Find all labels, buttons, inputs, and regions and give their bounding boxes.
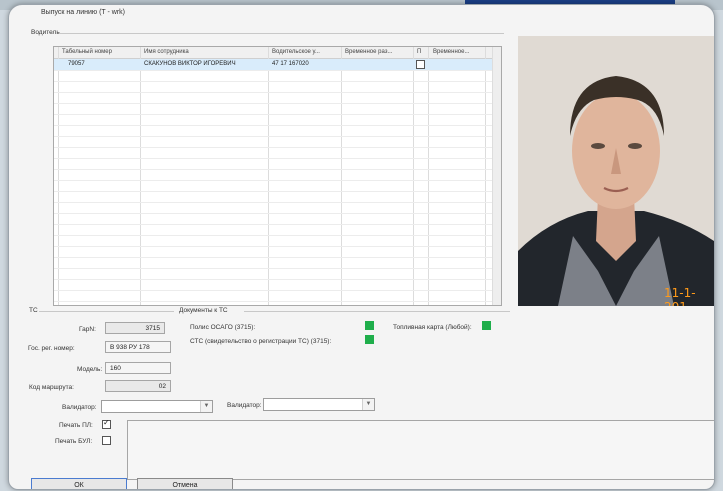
empty-row-line [54,158,501,159]
validator-label-1: Валидатор: [62,404,97,411]
print-pl-label: Печать ПЛ: [59,422,93,429]
fuel-card-status-indicator [482,321,491,330]
empty-row-line [54,92,501,93]
empty-row-line [54,279,501,280]
model-field[interactable]: 160 [105,362,171,374]
osago-label: Полис ОСАГО (3715): [190,324,256,331]
column-header[interactable]: Имя сотрудника [144,49,189,55]
column-header[interactable]: П [417,49,421,55]
validator-select-2[interactable]: ▼ [263,398,375,411]
empty-row-line [54,191,501,192]
validator-label-2: Валидатор: [227,402,262,409]
print-bul-label: Печать БУЛ: [55,438,93,445]
window-title: Выпуск на линию (T - wrk) [41,9,126,16]
column-divider [485,47,486,305]
driver-group-title: Водитель [31,29,60,36]
driver-photo: 11-1-201 [518,36,714,306]
empty-row-line [54,70,501,71]
dialog-window: Выпуск на линию (T - wrk) Водитель Табел… [8,4,715,490]
ts-group-title: ТС [29,307,38,314]
row-checkbox-p[interactable] [416,60,425,69]
column-header[interactable]: Водительское у... [272,49,320,55]
empty-row-line [54,257,501,258]
empty-row-line [54,114,501,115]
empty-row-line [54,246,501,247]
empty-row-line [54,301,501,302]
garage-label: ГарN: [79,326,96,333]
empty-row-line [54,125,501,126]
notes-textarea[interactable] [127,420,714,480]
sts-label: СТС (свидетельство о регистрации ТС) (37… [190,338,332,345]
empty-row-line [54,290,501,291]
table-header: Табельный номер Имя сотрудника Водительс… [54,47,501,59]
print-pl-checkbox[interactable]: ✓ [102,418,111,429]
column-divider [413,47,414,305]
column-divider [341,47,342,305]
empty-row-line [54,268,501,269]
empty-row-line [54,202,501,203]
empty-row-line [54,147,501,148]
reg-number-field[interactable]: В 938 РУ 178 [105,341,171,353]
column-header[interactable]: Временное раз... [345,49,392,55]
model-label: Модель: [77,366,103,373]
empty-row-line [54,103,501,104]
empty-row-line [54,213,501,214]
empty-row-line [54,180,501,181]
column-divider [140,47,141,305]
column-divider [428,47,429,305]
table-row[interactable]: 79057 СКАКУНОВ ВИКТОР ИГОРЕВИЧ 47 17 167… [54,59,501,70]
photo-timestamp: 11-1-201 [664,286,696,306]
empty-row-line [54,169,501,170]
chevron-down-icon[interactable]: ▼ [200,401,212,412]
chevron-down-icon[interactable]: ▼ [362,399,374,410]
cancel-button[interactable]: Отмена [137,478,233,489]
garage-field[interactable]: 3715 [105,322,165,334]
ts-group-divider [39,311,174,312]
empty-row-line [54,136,501,137]
empty-row-line [54,224,501,225]
column-divider [268,47,269,305]
fuel-card-label: Топливная карта (Любой): [393,324,472,331]
route-code-label: Код маршрута: [29,384,74,391]
empty-row-line [54,235,501,236]
drivers-table[interactable]: Табельный номер Имя сотрудника Водительс… [53,46,502,306]
osago-status-indicator [365,321,374,330]
cell-employee-name: СКАКУНОВ ВИКТОР ИГОРЕВИЧ [144,61,236,67]
column-header[interactable]: Табельный номер [62,49,112,55]
reg-number-label: Гос. рег. номер: [28,345,75,352]
column-header[interactable]: Временное... [433,49,469,55]
route-code-field[interactable]: 02 [105,380,171,392]
cell-license: 47 17 167020 [272,61,309,67]
column-divider [58,47,59,305]
driver-group-divider [59,33,504,34]
empty-row-line [54,81,501,82]
sts-status-indicator [365,335,374,344]
docs-group-title: Документы к ТС [179,307,228,314]
cell-tab-number: 79057 [68,61,85,67]
vertical-scrollbar[interactable] [492,47,501,305]
print-bul-checkbox[interactable] [102,436,111,445]
checkmark-icon: ✓ [103,418,110,427]
ok-button[interactable]: ОК [31,478,127,489]
validator-select-1[interactable]: ▼ [101,400,213,413]
docs-group-divider [244,311,510,312]
